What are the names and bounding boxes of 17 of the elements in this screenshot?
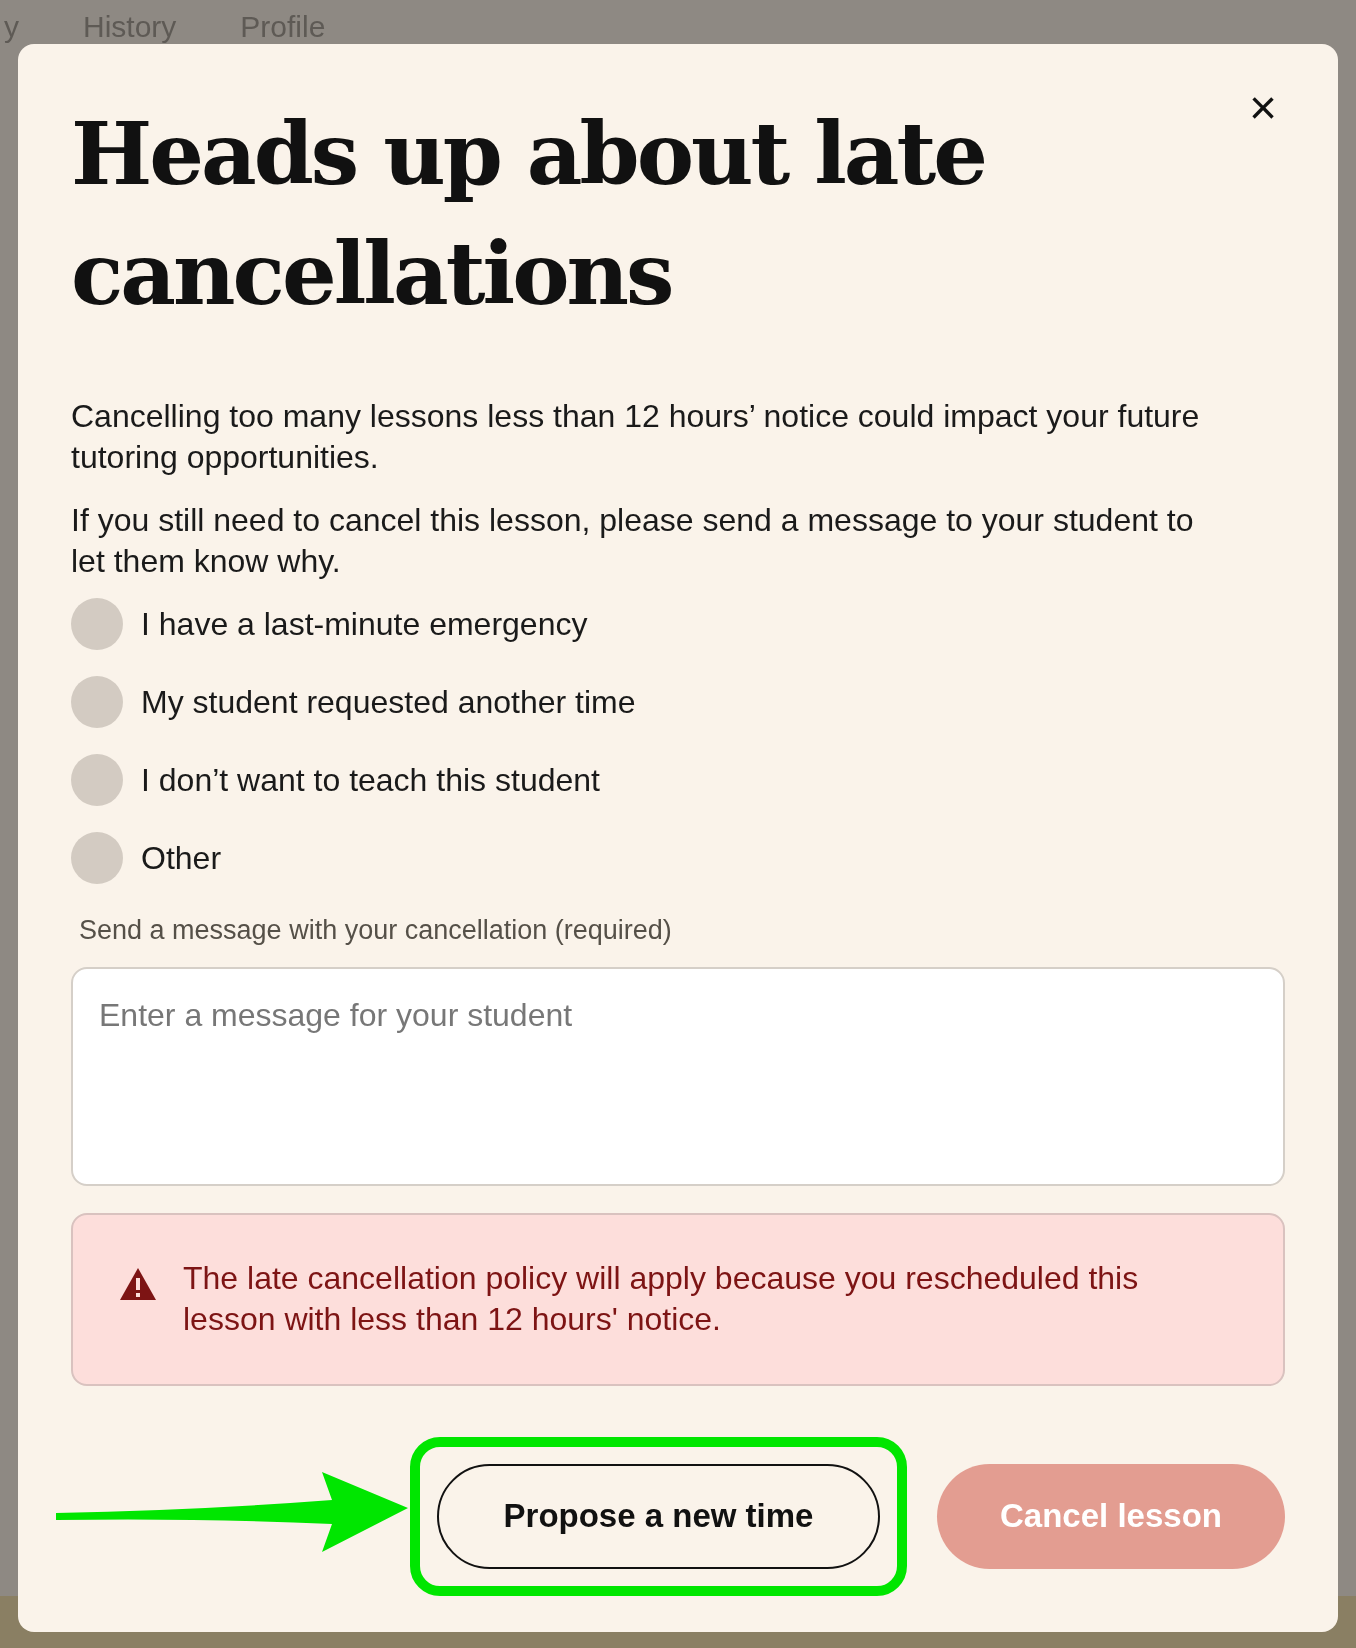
body-paragraph: If you still need to cancel this lesson, please send a message to your student to let them know why.: [71, 501, 1195, 581]
message-field[interactable]: Enter a message for your student: [71, 966, 1285, 1186]
warning-text: The late cancellation policy will apply because you rescheduled this lesson with less than 12 hours' notice.: [183, 1259, 1140, 1339]
field-label: Send a message with your cancellation (required): [79, 914, 673, 947]
radio-label: I have a last-minute emergency: [141, 605, 588, 644]
body-paragraph: Cancelling too many lessons less than 12 hours’ notice could impact your future tutoring opportunities.: [71, 397, 1201, 477]
warning-icon: [119, 1266, 157, 1301]
radio-button[interactable]: [71, 754, 123, 806]
radio-button[interactable]: [71, 598, 123, 650]
radio-button[interactable]: [71, 676, 123, 728]
radio-button[interactable]: [71, 832, 123, 884]
radio-label: Other: [141, 839, 222, 878]
dialog-title: Heads up about late cancellations: [71, 102, 987, 326]
close-button[interactable]: ×: [1248, 84, 1277, 132]
radio-label: I don’t want to teach this student: [141, 761, 600, 800]
propose-time-button[interactable]: Propose a new time: [437, 1463, 880, 1569]
radio-label: My student requested another time: [141, 683, 636, 722]
